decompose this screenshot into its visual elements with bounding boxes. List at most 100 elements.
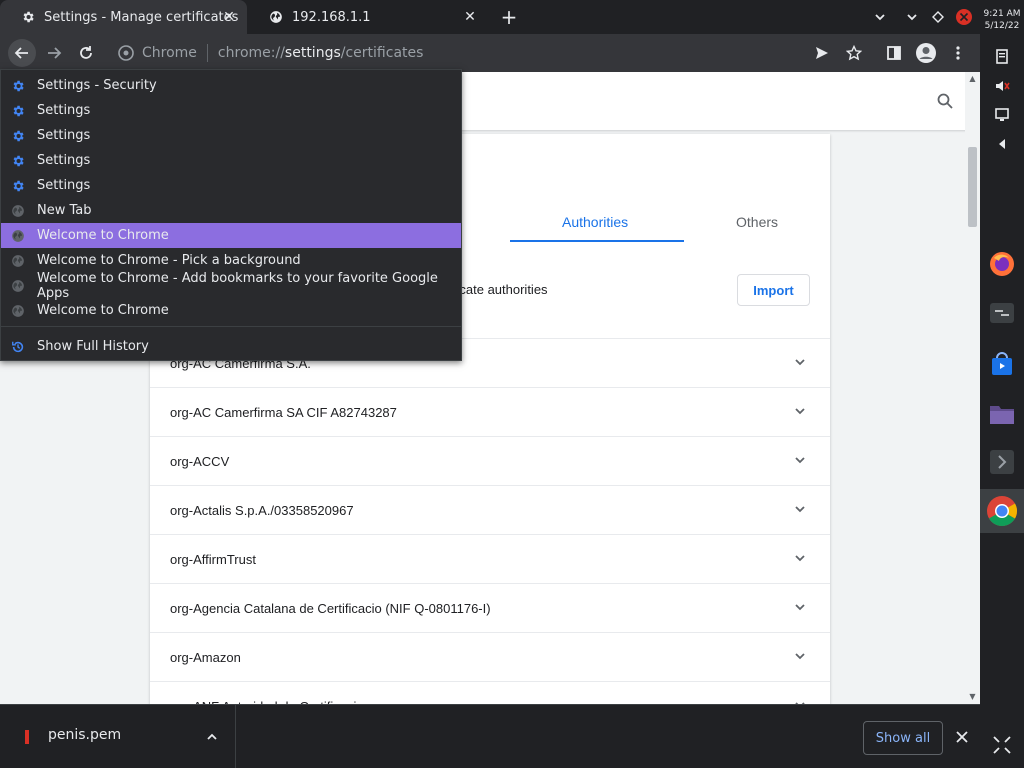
history-item-title: Welcome to Chrome (37, 303, 169, 318)
tab-settings-certificates[interactable]: Settings - Manage certificates ✕ (0, 0, 247, 34)
new-tab-button[interactable]: + (499, 5, 519, 29)
display-icon[interactable] (990, 103, 1014, 127)
page-scrollbar[interactable]: ▲ ▼ (965, 72, 980, 704)
shell-app[interactable] (980, 440, 1024, 484)
expand-chevron-icon[interactable] (792, 403, 808, 419)
arrow-right-icon (48, 47, 62, 59)
expand-chevron-icon[interactable] (792, 697, 808, 704)
certificate-row[interactable]: org-Agencia Catalana de Certificacio (NI… (150, 583, 830, 632)
expand-chevron-icon[interactable] (792, 354, 808, 370)
close-window-button[interactable] (954, 7, 974, 27)
certificate-row[interactable]: org-AffirmTrust (150, 534, 830, 583)
profile-button[interactable] (912, 39, 940, 67)
history-item[interactable]: Settings (1, 123, 461, 148)
firefox-app[interactable] (980, 242, 1024, 286)
expand-chevron-icon[interactable] (792, 648, 808, 664)
tab-others[interactable]: Others (736, 214, 778, 230)
show-full-history-item[interactable]: Show Full History (1, 334, 461, 359)
minimize-button[interactable] (902, 7, 922, 27)
history-item-title: Settings - Security (37, 78, 157, 93)
certificate-row[interactable]: org-Actalis S.p.A./03358520967 (150, 485, 830, 534)
certificate-row[interactable]: org-AC Camerfirma SA CIF A82743287 (150, 387, 830, 436)
menu-button[interactable] (944, 39, 972, 67)
globe-icon (10, 253, 25, 268)
maximize-button[interactable] (928, 7, 948, 27)
omnibox-divider (206, 44, 208, 62)
files-app[interactable] (980, 392, 1024, 436)
forward-button[interactable] (40, 39, 68, 67)
shopping-bag-icon (992, 352, 1012, 375)
close-icon (956, 9, 972, 25)
tab-router[interactable]: 192.168.1.1 ✕ (248, 0, 488, 34)
show-all-button[interactable]: Show all (863, 721, 943, 755)
clipboard-icon[interactable] (990, 44, 1014, 68)
address-bar[interactable]: Chrome chrome://settings/certificates (110, 38, 800, 68)
volume-muted-icon[interactable] (990, 74, 1014, 98)
chevron-down-icon (907, 14, 917, 21)
bookmark-button[interactable] (840, 39, 868, 67)
history-item[interactable]: New Tab (1, 198, 461, 223)
side-panel-button[interactable] (880, 39, 908, 67)
history-item[interactable]: Settings (1, 98, 461, 123)
history-item-title: Settings (37, 153, 91, 168)
history-item[interactable]: Settings (1, 173, 461, 198)
expand-chevron-icon[interactable] (792, 452, 808, 468)
certificate-row[interactable]: org-ANF Autoridad de Certificacion (150, 681, 830, 704)
terminal-app[interactable] (980, 291, 1024, 335)
launcher-icon[interactable] (990, 733, 1014, 757)
import-button[interactable]: Import (737, 274, 810, 306)
scroll-up-icon[interactable]: ▲ (968, 74, 977, 83)
reload-button[interactable] (72, 39, 100, 67)
site-chip: Chrome (142, 45, 197, 61)
caret-left-icon[interactable] (990, 132, 1014, 156)
send-button[interactable] (808, 39, 836, 67)
close-download-bar-button[interactable] (952, 727, 972, 747)
history-item[interactable]: Welcome to Chrome (1, 223, 461, 248)
gear-icon (10, 78, 25, 93)
clock-time: 9:21 AM (983, 9, 1021, 19)
firefox-icon (990, 252, 1014, 276)
show-full-history-label: Show Full History (37, 339, 149, 354)
globe-icon (10, 203, 25, 218)
history-item-title: Settings (37, 103, 91, 118)
history-item-title: New Tab (37, 203, 92, 218)
close-tab-icon[interactable]: ✕ (221, 9, 237, 25)
expand-chevron-icon[interactable] (792, 501, 808, 517)
system-clock[interactable]: 9:21 AM 5/12/22 (980, 8, 1024, 32)
search-icon (937, 93, 953, 109)
play-store-app[interactable] (980, 342, 1024, 386)
tab-search-button[interactable] (870, 7, 890, 27)
expand-chevron-icon[interactable] (792, 599, 808, 615)
certificate-row[interactable]: org-Amazon (150, 632, 830, 681)
chevron-down-icon (875, 14, 885, 21)
close-tab-icon[interactable]: ✕ (462, 9, 478, 25)
history-item[interactable]: Settings (1, 148, 461, 173)
download-item[interactable]: penis.pem (0, 705, 236, 768)
gear-icon (20, 9, 36, 25)
terminal-icon (990, 303, 1014, 323)
certificate-row[interactable]: org-ACCV (150, 436, 830, 485)
gear-icon (10, 178, 25, 193)
expand-chevron-icon[interactable] (792, 550, 808, 566)
chrome-app[interactable] (980, 489, 1024, 533)
search-button[interactable] (933, 89, 957, 113)
tab-authorities[interactable]: Authorities (562, 214, 628, 230)
history-item[interactable]: Welcome to Chrome - Add bookmarks to you… (1, 271, 461, 301)
system-shelf: 9:21 AM 5/12/22 (980, 0, 1024, 768)
certificate-org-name: org-AffirmTrust (170, 551, 256, 567)
tab-strip: Settings - Manage certificates ✕ 192.168… (0, 0, 980, 34)
history-item[interactable]: Welcome to Chrome (1, 298, 461, 323)
chrome-icon (118, 45, 134, 61)
scroll-down-icon[interactable]: ▼ (968, 692, 977, 701)
certificate-org-name: org-Actalis S.p.A./03358520967 (170, 502, 354, 518)
history-item[interactable]: Settings - Security (1, 73, 461, 98)
globe-icon (10, 278, 25, 293)
scroll-thumb[interactable] (968, 147, 977, 227)
gear-icon (10, 103, 25, 118)
history-item[interactable]: Welcome to Chrome - Pick a background (1, 248, 461, 273)
history-icon (10, 339, 25, 354)
back-button[interactable] (8, 39, 36, 67)
globe-icon (268, 9, 284, 25)
certificate-org-name: org-Agencia Catalana de Certificacio (NI… (170, 600, 491, 616)
tab-title: 192.168.1.1 (292, 9, 371, 25)
